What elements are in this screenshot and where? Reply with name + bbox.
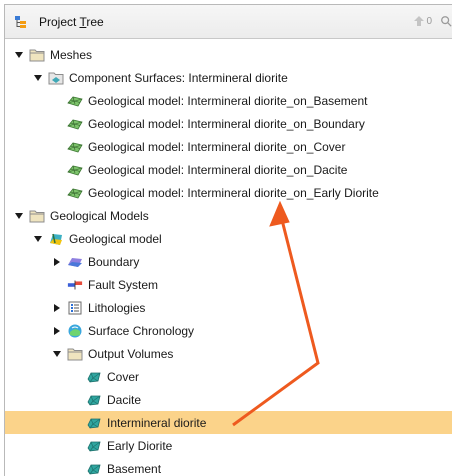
panel-title-text: Project Tree bbox=[39, 15, 104, 29]
tree-item-label: Geological model: Intermineral diorite_o… bbox=[88, 139, 346, 154]
tree-item[interactable]: Cover bbox=[5, 365, 452, 388]
expanded-triangle-icon[interactable] bbox=[32, 233, 44, 245]
header-tools: 0 bbox=[413, 14, 452, 28]
tree-item-label: Geological model bbox=[69, 231, 162, 246]
mesh-surface-icon bbox=[67, 162, 83, 178]
mesh-surface-icon bbox=[67, 185, 83, 201]
tree-item-label: Boundary bbox=[88, 254, 140, 269]
tree-item[interactable]: Geological model: Intermineral diorite_o… bbox=[5, 158, 452, 181]
tree-item-label: Cover bbox=[107, 369, 140, 384]
tree-item[interactable]: Component Surfaces: Intermineral diorite bbox=[5, 66, 452, 89]
lithologies-icon bbox=[67, 300, 83, 316]
boundary-icon bbox=[67, 254, 83, 270]
geological-model-icon bbox=[48, 231, 64, 247]
folder-icon bbox=[67, 346, 83, 362]
up-count: 0 bbox=[426, 15, 432, 27]
tree-item-label: Meshes bbox=[50, 47, 93, 62]
component-surfaces-icon bbox=[48, 70, 64, 86]
tree-item[interactable]: Geological model: Intermineral diorite_o… bbox=[5, 135, 452, 158]
tree-item-label: Intermineral diorite bbox=[107, 415, 207, 430]
tree-item-label: Early Diorite bbox=[107, 438, 173, 453]
tree-item-label: Geological Models bbox=[50, 208, 149, 223]
panel-title[interactable]: Project Tree bbox=[13, 14, 104, 30]
volume-icon bbox=[86, 369, 102, 385]
tree-item[interactable]: Geological model: Intermineral diorite_o… bbox=[5, 89, 452, 112]
tree-item-label: Surface Chronology bbox=[88, 323, 195, 338]
tree-item[interactable]: Output Volumes bbox=[5, 342, 452, 365]
tree-item[interactable]: Fault System bbox=[5, 273, 452, 296]
tree-item-label: Output Volumes bbox=[88, 346, 174, 361]
tree-item-label: Dacite bbox=[107, 392, 142, 407]
up-arrow-icon[interactable]: 0 bbox=[413, 15, 432, 27]
tree-item-label: Geological model: Intermineral diorite_o… bbox=[88, 162, 348, 177]
tree-item-label: Geological model: Intermineral diorite_o… bbox=[88, 93, 368, 108]
folder-icon bbox=[29, 208, 45, 224]
expanded-triangle-icon[interactable] bbox=[13, 49, 25, 61]
tree-item[interactable]: Early Diorite bbox=[5, 434, 452, 457]
tree-item-label: Lithologies bbox=[88, 300, 146, 315]
tree-item[interactable]: Meshes bbox=[5, 43, 452, 66]
mesh-surface-icon bbox=[67, 93, 83, 109]
expanded-triangle-icon[interactable] bbox=[32, 72, 44, 84]
folder-icon bbox=[29, 47, 45, 63]
tree-item[interactable]: Surface Chronology bbox=[5, 319, 452, 342]
mesh-surface-icon bbox=[67, 139, 83, 155]
tree-item[interactable]: Geological model: Intermineral diorite_o… bbox=[5, 112, 452, 135]
surface-chronology-icon bbox=[67, 323, 83, 339]
project-tree-icon bbox=[13, 14, 29, 30]
volume-icon bbox=[86, 461, 102, 476]
tree-item-label: Basement bbox=[107, 461, 162, 476]
tree-item[interactable]: Boundary bbox=[5, 250, 452, 273]
tree-item[interactable]: Geological Models bbox=[5, 204, 452, 227]
collapsed-triangle-icon[interactable] bbox=[51, 325, 63, 337]
panel-header: Project Tree 0 bbox=[5, 5, 452, 39]
tree-item[interactable]: Intermineral diorite bbox=[5, 411, 452, 434]
volume-icon bbox=[86, 392, 102, 408]
tree-item-label: Geological model: Intermineral diorite_o… bbox=[88, 185, 379, 200]
tree-item[interactable]: Geological model bbox=[5, 227, 452, 250]
tree-item[interactable]: Basement bbox=[5, 457, 452, 476]
expanded-triangle-icon[interactable] bbox=[13, 210, 25, 222]
tree-item-label: Fault System bbox=[88, 277, 159, 292]
tree-item-label: Geological model: Intermineral diorite_o… bbox=[88, 116, 365, 131]
volume-icon bbox=[86, 415, 102, 431]
tree-item[interactable]: Dacite bbox=[5, 388, 452, 411]
expanded-triangle-icon[interactable] bbox=[51, 348, 63, 360]
search-icon[interactable] bbox=[440, 14, 452, 28]
collapsed-triangle-icon[interactable] bbox=[51, 302, 63, 314]
volume-icon bbox=[86, 438, 102, 454]
mesh-surface-icon bbox=[67, 116, 83, 132]
tree-item[interactable]: Geological model: Intermineral diorite_o… bbox=[5, 181, 452, 204]
collapsed-triangle-icon[interactable] bbox=[51, 256, 63, 268]
fault-system-icon bbox=[67, 277, 83, 293]
project-tree-panel: Project Tree 0 Meshes Component Surfaces:… bbox=[4, 4, 452, 476]
tree-item[interactable]: Lithologies bbox=[5, 296, 452, 319]
tree-item-label: Component Surfaces: Intermineral diorite bbox=[69, 70, 288, 85]
